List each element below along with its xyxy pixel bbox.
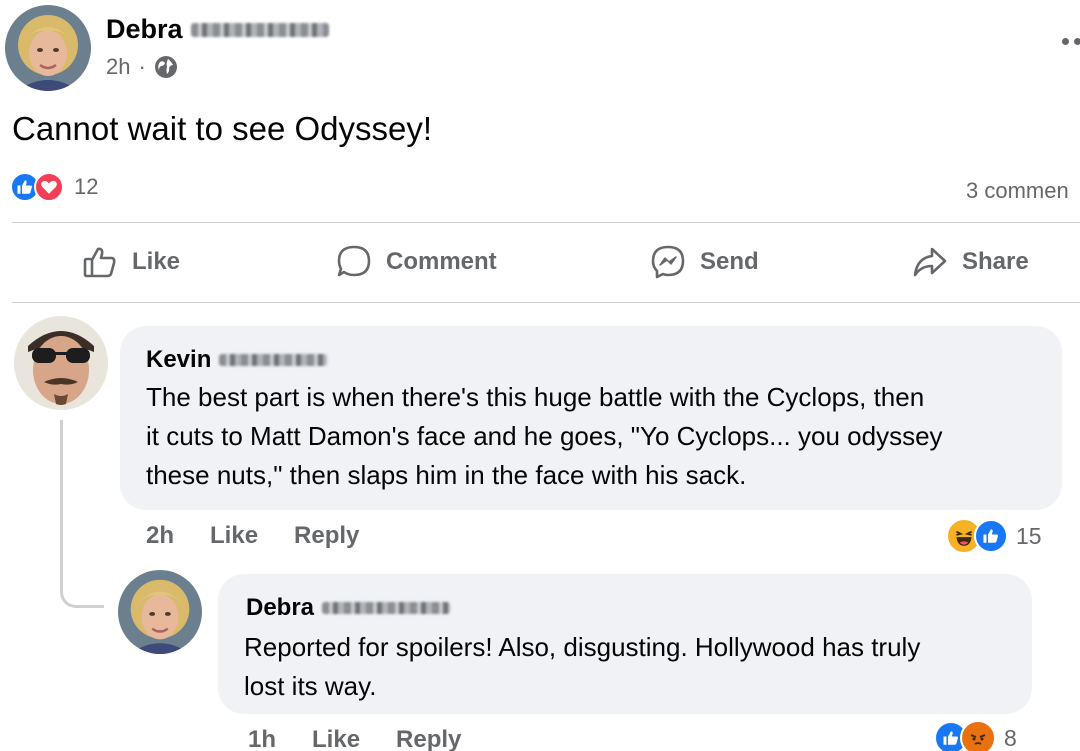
facebook-post: Debra 2h · Cannot wait to see Odyssey! 1…: [0, 0, 1080, 751]
comment-reply-button[interactable]: Reply: [294, 522, 359, 550]
comment-text-line: lost its way.: [244, 671, 377, 701]
comment-button[interactable]: Comment: [336, 244, 497, 280]
comment-text: The best part is when there's this huge …: [146, 378, 943, 495]
comment-author: Kevin: [146, 346, 328, 374]
comment-time[interactable]: 2h: [146, 522, 174, 550]
comment-reaction-count: 15: [1016, 522, 1042, 549]
love-reaction-icon: [34, 172, 64, 202]
comment-like-button[interactable]: Like: [210, 522, 258, 550]
blurred-surname: [190, 22, 329, 37]
author-name[interactable]: Debra: [106, 14, 183, 45]
share-button[interactable]: Share: [912, 244, 1029, 280]
comment-reaction-count: 8: [1004, 724, 1017, 751]
comment-reactions[interactable]: 15: [946, 518, 1042, 554]
post-meta: 2h ·: [106, 54, 178, 80]
avatar[interactable]: [5, 5, 91, 91]
send-button[interactable]: Send: [650, 244, 759, 280]
comment-author-name[interactable]: Kevin: [146, 346, 211, 374]
post-text: Cannot wait to see Odyssey!: [12, 110, 433, 147]
comment-author-name[interactable]: Debra: [246, 594, 314, 622]
comment-actions: 2h Like Reply: [146, 522, 359, 550]
reaction-count: 12: [74, 174, 99, 199]
comment-reply-button[interactable]: Reply: [396, 726, 461, 751]
comment-time[interactable]: 1h: [248, 726, 276, 751]
avatar[interactable]: [14, 316, 108, 410]
comment-text: Reported for spoilers! Also, disgusting.…: [244, 628, 920, 706]
post-time[interactable]: 2h: [106, 54, 130, 80]
comment-reactions[interactable]: 8: [934, 720, 1017, 751]
meta-separator: ·: [138, 54, 146, 79]
share-icon: [913, 247, 947, 277]
comment-icon: [337, 245, 371, 277]
comment-text-line: these nuts," then slaps him in the face …: [146, 460, 747, 490]
divider: [12, 222, 1080, 223]
comment-author: Debra: [246, 594, 451, 622]
more-dots-icon[interactable]: [1062, 38, 1080, 45]
comment-actions: 1h Like Reply: [248, 726, 461, 751]
comment-label: Comment: [386, 248, 497, 275]
like-label: Like: [132, 248, 181, 275]
comment-text-line: Reported for spoilers! Also, disgusting.…: [244, 632, 921, 662]
share-label: Share: [962, 248, 1029, 275]
post-author: Debra: [106, 14, 329, 45]
comment-bubble: Debra Reported for spoilers! Also, disgu…: [218, 574, 1032, 714]
thread-line: [60, 420, 104, 608]
blurred-surname: [219, 354, 328, 366]
reaction-summary[interactable]: 12: [10, 172, 98, 202]
comment-text-line: it cuts to Matt Damon's face and he goes…: [146, 421, 943, 451]
avatar[interactable]: [118, 570, 202, 654]
send-label: Send: [700, 248, 759, 275]
comment-count[interactable]: 3 commen: [966, 178, 1069, 204]
angry-reaction-icon: [960, 720, 996, 751]
blurred-surname: [322, 602, 451, 614]
like-reaction-icon: [974, 519, 1008, 553]
like-button[interactable]: Like: [82, 244, 180, 280]
divider: [12, 302, 1080, 303]
comment-like-button[interactable]: Like: [312, 726, 360, 751]
comment-bubble: Kevin The best part is when there's this…: [120, 326, 1062, 510]
globe-icon: [154, 56, 177, 78]
comment-text-line: The best part is when there's this huge …: [146, 382, 925, 412]
thumbs-up-icon: [83, 247, 116, 278]
messenger-icon: [651, 245, 685, 279]
